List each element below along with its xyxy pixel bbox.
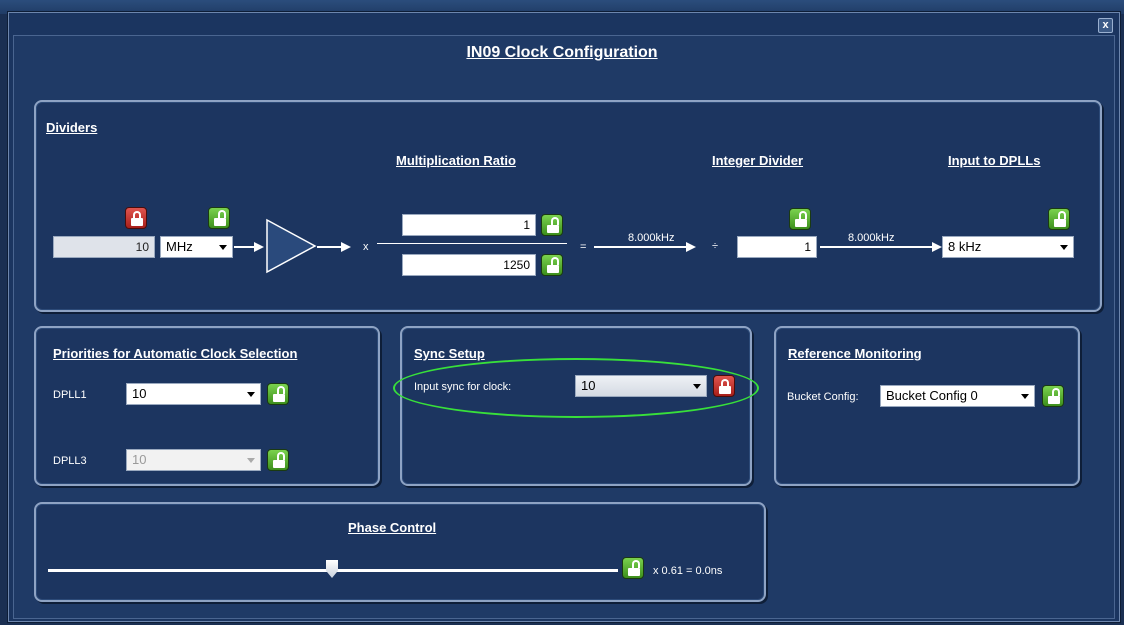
dropdown-arrow-icon: [1060, 245, 1068, 250]
dpll1-priority-value: 10: [132, 386, 147, 401]
input-unit-lock-icon[interactable]: [208, 207, 230, 229]
connector-arrow: [594, 246, 686, 248]
dpll-input-select[interactable]: 8 kHz: [942, 236, 1074, 258]
dpll1-priority-select[interactable]: 10: [126, 383, 261, 405]
dpll3-lock-icon[interactable]: [267, 449, 289, 471]
times-symbol: x: [363, 241, 369, 253]
input-to-dplls-heading: Input to DPLLs: [948, 153, 1041, 168]
integer-divider-field[interactable]: 1: [737, 236, 817, 258]
dropdown-arrow-icon: [247, 458, 255, 463]
dialog-title: IN09 Clock Configuration: [466, 44, 658, 61]
integer-divider-heading: Integer Divider: [712, 153, 804, 168]
highlight-ellipse: [393, 358, 759, 418]
sync-setup-heading: Sync Setup: [414, 346, 485, 361]
dpll3-priority-select[interactable]: 10: [126, 449, 261, 471]
dpll3-priority-value: 10: [132, 452, 147, 467]
numerator-lock-icon[interactable]: [541, 214, 563, 236]
frequency-readout-2: 8.000kHz: [848, 232, 895, 244]
bucket-config-value: Bucket Config 0: [886, 388, 978, 403]
bucket-config-lock-icon[interactable]: [1042, 385, 1064, 407]
input-freq-lock-icon[interactable]: [125, 207, 147, 229]
numerator-field[interactable]: 1: [402, 214, 536, 236]
fraction-bar: [377, 243, 567, 244]
close-button[interactable]: x: [1098, 18, 1113, 33]
bucket-config-label: Bucket Config:: [787, 391, 859, 403]
phase-readout: x 0.61 = 0.0ns: [653, 565, 723, 577]
dropdown-arrow-icon: [219, 245, 227, 250]
arrow-head-icon: [254, 242, 264, 252]
connector-arrow: [317, 246, 343, 248]
input-unit-select[interactable]: MHz: [160, 236, 233, 258]
multiplication-ratio-heading: Multiplication Ratio: [396, 153, 516, 168]
equals-symbol: =: [580, 241, 587, 253]
phase-control-heading: Phase Control: [348, 520, 437, 535]
dropdown-arrow-icon: [1021, 394, 1029, 399]
connector-arrow: [234, 246, 256, 248]
dpll-input-lock-icon[interactable]: [1048, 208, 1070, 230]
phase-lock-icon[interactable]: [622, 557, 644, 579]
priorities-heading: Priorities for Automatic Clock Selection: [53, 346, 298, 361]
denominator-field[interactable]: 1250: [402, 254, 536, 276]
dpll1-lock-icon[interactable]: [267, 383, 289, 405]
dpll1-label: DPLL1: [53, 389, 87, 401]
denominator-lock-icon[interactable]: [541, 254, 563, 276]
amplifier-triangle-icon: [266, 218, 317, 274]
connector-arrow: [820, 246, 932, 248]
dropdown-arrow-icon: [247, 392, 255, 397]
dividers-heading: Dividers: [46, 120, 98, 135]
arrow-head-icon: [686, 242, 696, 252]
arrow-head-icon: [341, 242, 351, 252]
divide-symbol: ÷: [712, 240, 719, 252]
dpll3-label: DPLL3: [53, 455, 87, 467]
dividers-panel: [34, 100, 1102, 312]
dpll-input-value: 8 kHz: [948, 239, 982, 254]
input-unit-value: MHz: [166, 239, 193, 254]
input-frequency-field[interactable]: 10: [53, 236, 155, 258]
frequency-readout-1: 8.000kHz: [628, 232, 675, 244]
reference-monitoring-heading: Reference Monitoring: [788, 346, 922, 361]
bucket-config-select[interactable]: Bucket Config 0: [880, 385, 1035, 407]
arrow-head-icon: [932, 242, 942, 252]
int-divider-lock-icon[interactable]: [789, 208, 811, 230]
phase-control-panel: [34, 502, 766, 602]
